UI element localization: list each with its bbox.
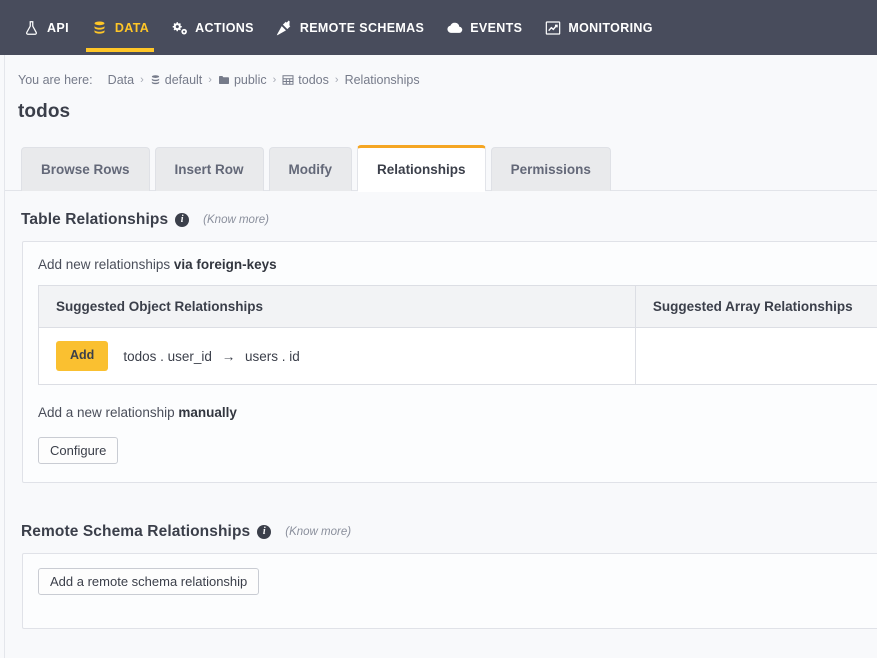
page-title: todos xyxy=(18,101,71,122)
breadcrumb-prefix: You are here: xyxy=(18,73,93,87)
breadcrumb-item-relationships: Relationships xyxy=(345,73,420,87)
flask-icon xyxy=(23,19,40,36)
table-relationships-card: Add new relationships via foreign-keys S… xyxy=(22,241,877,483)
plug-icon xyxy=(276,19,293,36)
info-icon[interactable]: i xyxy=(175,213,190,227)
relationship-expression: todos . user_id → users . id xyxy=(123,349,299,364)
tab-insert-row[interactable]: Insert Row xyxy=(154,147,264,191)
breadcrumb-separator: › xyxy=(140,74,144,86)
column-header-object-relationships: Suggested Object Relationships xyxy=(39,286,636,327)
breadcrumb-separator: › xyxy=(208,74,212,86)
nav-item-actions[interactable]: ACTIONS xyxy=(160,0,265,55)
breadcrumb-label-data: Data xyxy=(107,73,135,87)
breadcrumb-item-data[interactable]: Data xyxy=(108,73,134,87)
tab-permissions[interactable]: Permissions xyxy=(490,147,611,191)
source-table: todos xyxy=(123,348,157,364)
fk-text-bold: via foreign-keys xyxy=(173,257,277,272)
nav-label-events: EVENTS xyxy=(470,20,523,35)
tab-modify[interactable]: Modify xyxy=(268,147,353,191)
table-row: Add todos . user_id → users . id xyxy=(39,328,877,384)
tab-label-browse-rows: Browse Rows xyxy=(41,162,130,177)
gears-icon xyxy=(171,19,188,36)
table-icon xyxy=(282,74,294,86)
breadcrumb: You are here: Data › default › public › … xyxy=(5,55,877,87)
cell-object-relationship: Add todos . user_id → users . id xyxy=(39,328,636,384)
tab-label-modify: Modify xyxy=(288,162,333,177)
breadcrumb-item-default[interactable]: default xyxy=(150,73,203,87)
breadcrumb-label-default: default xyxy=(164,73,203,87)
manual-text-plain: Add a new relationship xyxy=(38,405,179,420)
main-content: You are here: Data › default › public › … xyxy=(5,55,877,658)
arrow-icon: → xyxy=(221,348,236,364)
remote-schema-relationships-title: Remote Schema Relationships xyxy=(21,523,251,540)
nav-item-remote-schemas[interactable]: REMOTE SCHEMAS xyxy=(265,0,435,55)
nav-item-data[interactable]: DATA xyxy=(80,0,160,55)
database-icon xyxy=(91,19,108,36)
table-relationships-title: Table Relationships xyxy=(21,211,169,228)
folder-icon xyxy=(218,74,230,86)
know-more-link[interactable]: (Know more) xyxy=(285,526,351,538)
nav-label-monitoring: MONITORING xyxy=(568,20,653,35)
nav-label-actions: ACTIONS xyxy=(195,20,254,35)
table-header-row: Suggested Object Relationships Suggested… xyxy=(39,286,877,328)
breadcrumb-separator: › xyxy=(334,74,339,86)
info-icon[interactable]: i xyxy=(257,525,272,539)
tab-label-insert-row: Insert Row xyxy=(174,162,244,177)
target-column: id xyxy=(289,348,300,364)
remote-schema-relationships-card: Add a remote schema relationship xyxy=(22,553,877,629)
add-remote-schema-relationship-button[interactable]: Add a remote schema relationship xyxy=(38,568,260,595)
remote-schema-relationships-heading: Remote Schema Relationships i (Know more… xyxy=(5,503,877,541)
nav-label-api: API xyxy=(47,20,69,35)
manual-relationship-label: Add a new relationship manually xyxy=(23,405,877,420)
breadcrumb-label-public: public xyxy=(233,73,267,87)
know-more-link[interactable]: (Know more) xyxy=(203,214,269,226)
tab-relationships[interactable]: Relationships xyxy=(357,145,486,192)
tab-label-permissions: Permissions xyxy=(510,162,591,177)
nav-label-data: DATA xyxy=(114,20,150,35)
top-navigation-bar: API DATA ACTIONS REMOTE SCHEMAS EVENTS M… xyxy=(0,0,877,55)
dot-separator: . xyxy=(160,348,164,364)
nav-label-remote-schemas: REMOTE SCHEMAS xyxy=(299,20,425,35)
chart-line-icon xyxy=(544,19,561,36)
suggested-relationships-table: Suggested Object Relationships Suggested… xyxy=(38,285,877,385)
page-body: You are here: Data › default › public › … xyxy=(0,55,877,658)
dot-separator: . xyxy=(281,348,286,364)
breadcrumb-item-todos[interactable]: todos xyxy=(282,73,329,87)
database-icon xyxy=(150,74,161,86)
manual-text-bold: manually xyxy=(178,405,237,420)
source-column: user_id xyxy=(167,348,212,364)
breadcrumb-separator: › xyxy=(272,74,277,86)
add-relationship-button[interactable]: Add xyxy=(56,341,109,371)
tab-label-relationships: Relationships xyxy=(377,162,466,177)
cell-array-relationship xyxy=(636,328,877,384)
target-table: users xyxy=(244,348,278,364)
nav-item-events[interactable]: EVENTS xyxy=(435,0,533,55)
breadcrumb-item-public[interactable]: public xyxy=(218,73,267,87)
breadcrumb-label-relationships: Relationships xyxy=(344,73,420,87)
tab-browse-rows[interactable]: Browse Rows xyxy=(21,147,150,191)
table-tabs: Browse Rows Insert Row Modify Relationsh… xyxy=(5,145,877,192)
table-relationships-heading: Table Relationships i (Know more) xyxy=(5,191,877,229)
column-header-array-relationships: Suggested Array Relationships xyxy=(652,299,853,314)
nav-item-api[interactable]: API xyxy=(12,0,80,55)
cloud-icon xyxy=(446,19,463,36)
fk-text-plain: Add new relationships xyxy=(38,257,174,272)
configure-button[interactable]: Configure xyxy=(38,437,119,464)
nav-item-monitoring[interactable]: MONITORING xyxy=(533,0,664,55)
foreign-keys-label: Add new relationships via foreign-keys xyxy=(23,257,877,272)
breadcrumb-space xyxy=(99,74,102,86)
breadcrumb-label-todos: todos xyxy=(298,73,329,87)
